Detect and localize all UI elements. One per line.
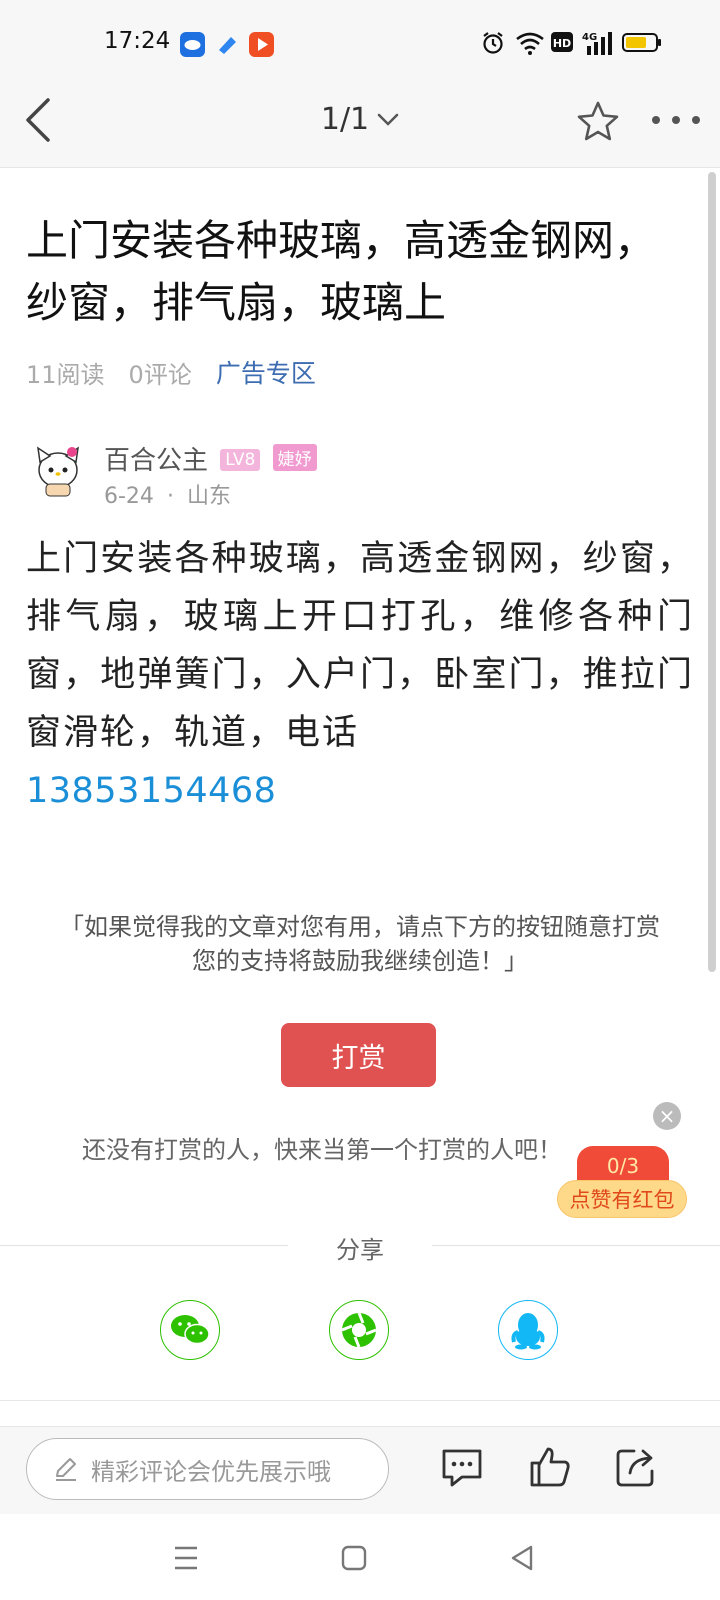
hd-icon: HD <box>551 30 573 56</box>
signal-4g-icon: 4G <box>581 30 613 56</box>
title-badge: 婕妤 <box>272 444 317 471</box>
share-label: 分享 <box>336 1236 384 1264</box>
menu-icon <box>175 1546 197 1570</box>
share-button[interactable] <box>612 1443 660 1491</box>
level-badge: LV8 <box>220 449 261 471</box>
share-icon <box>616 1449 654 1487</box>
svg-text:4G: 4G <box>582 32 597 43</box>
system-nav-bar <box>0 1514 720 1600</box>
moments-icon <box>341 1312 377 1348</box>
close-promo-button[interactable]: × <box>653 1102 681 1130</box>
more-button[interactable] <box>648 102 704 138</box>
post-date: 6-24 <box>104 484 154 509</box>
article-body: 上门安装各种玻璃，高透金钢网，纱窗，排气扇，玻璃上开口打孔，维修各种门窗，地弹簧… <box>26 530 694 820</box>
system-back-button[interactable] <box>502 1538 542 1578</box>
article-title: 上门安装各种玻璃，高透金钢网，纱窗，排气扇，玻璃上 <box>26 216 657 327</box>
comment-count: 0评论 <box>128 360 192 389</box>
pencil-icon <box>56 1458 76 1481</box>
comment-input[interactable]: 精彩评论会优先展示哦 <box>26 1438 389 1500</box>
video-app-icon <box>249 32 274 57</box>
reward-button[interactable]: 打赏 <box>281 1023 436 1087</box>
home-square-icon <box>341 1545 367 1571</box>
blue-app-icon <box>215 32 240 57</box>
category-link[interactable]: 广告专区 <box>216 354 316 390</box>
like-button[interactable] <box>526 1443 574 1491</box>
reward-note-line2: 您的支持将鼓励我继续创造！」 <box>192 947 528 975</box>
home-button[interactable] <box>334 1538 374 1578</box>
reward-note-line1: 「如果觉得我的文章对您有用，请点下方的按钮随意打赏 <box>60 913 660 941</box>
comment-bar: 精彩评论会优先展示哦 <box>0 1426 720 1514</box>
author-meta: 6-24 · 山东 <box>104 478 231 510</box>
comments-button[interactable] <box>438 1443 486 1491</box>
favorite-button[interactable] <box>574 98 622 146</box>
share-moments-button[interactable] <box>329 1300 389 1360</box>
top-nav-bar: 1/1 <box>0 72 720 168</box>
alarm-icon <box>480 30 506 56</box>
messaging-app-icon <box>180 32 205 57</box>
menu-button[interactable] <box>166 1538 206 1578</box>
post-location: 山东 <box>186 484 231 509</box>
reward-note: 「如果觉得我的文章对您有用，请点下方的按钮随意打赏 您的支持将鼓励我继续创造！」 <box>30 910 690 978</box>
author-name[interactable]: 百合公主 <box>104 446 208 476</box>
more-dots-icon <box>652 116 700 124</box>
battery-icon <box>622 30 662 56</box>
back-triangle-icon <box>511 1545 533 1571</box>
author-name-row[interactable]: 百合公主 LV8 婕妤 <box>104 440 317 477</box>
article-body-text: 上门安装各种玻璃，高透金钢网，纱窗，排气扇，玻璃上开口打孔，维修各种门窗，地弹簧… <box>26 539 694 753</box>
chevron-down-icon <box>377 113 399 126</box>
share-wechat-button[interactable] <box>160 1300 220 1360</box>
article-meta: 11阅读 0评论 广告专区 <box>26 354 316 390</box>
status-time: 17:24 <box>104 28 171 54</box>
scrollbar[interactable] <box>708 172 716 972</box>
wifi-icon <box>515 30 545 56</box>
qq-icon <box>511 1313 545 1350</box>
reward-empty-text: 还没有打赏的人，快来当第一个打赏的人吧！ <box>82 1136 562 1164</box>
page-indicator-label: 1/1 <box>320 102 370 137</box>
comment-placeholder: 精彩评论会优先展示哦 <box>91 1457 331 1486</box>
wechat-icon <box>171 1315 210 1345</box>
like-red-packet-button[interactable]: 点赞有红包 <box>557 1180 687 1218</box>
avatar[interactable] <box>28 440 88 500</box>
share-qq-button[interactable] <box>498 1300 558 1360</box>
thumbs-up-icon <box>530 1447 570 1487</box>
phone-link[interactable]: 13853154468 <box>26 771 276 811</box>
meta-separator: · <box>166 484 174 509</box>
status-bar: 17:24 HD 4G <box>0 0 720 72</box>
star-icon <box>577 101 619 141</box>
read-count: 11阅读 <box>26 360 105 389</box>
svg-text:HD: HD <box>553 37 571 50</box>
section-divider <box>0 1400 720 1401</box>
comment-bubble-icon <box>442 1449 482 1487</box>
